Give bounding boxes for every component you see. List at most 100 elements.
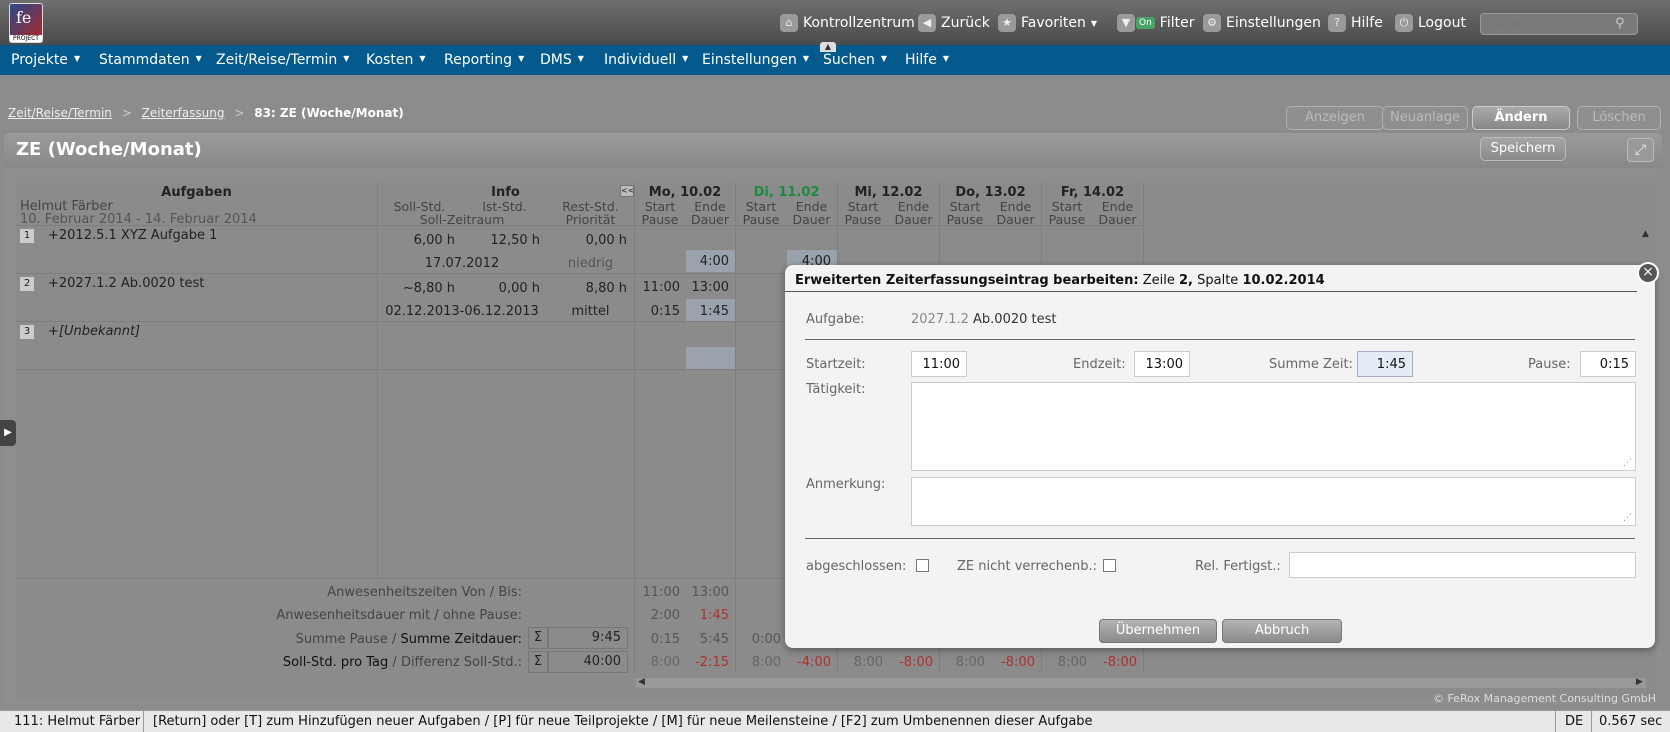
summary-dauer-label: Anwesenheitsdauer mit / ohne Pause: xyxy=(276,608,522,623)
filter-icon: ▼ xyxy=(1117,14,1135,32)
logout-icon: ⏻ xyxy=(1395,14,1413,32)
task-name[interactable]: +2012.5.1 XYZ Aufgabe 1 xyxy=(48,228,217,243)
menu-hilfe[interactable]: Hilfe ▼ xyxy=(905,52,949,68)
uebernehmen-button[interactable]: Übernehmen xyxy=(1099,619,1217,643)
header-day-mo: Mo, 10.02 xyxy=(648,185,722,200)
fr-soll-value: 8:00 xyxy=(1057,655,1087,670)
subheader-dauer: Dauer xyxy=(792,212,831,227)
menu-dms[interactable]: DMS ▼ xyxy=(540,52,584,68)
copyright: © FeRox Management Consulting GmbH xyxy=(1433,692,1656,705)
menu-suchen[interactable]: Suchen ▼ xyxy=(823,52,887,68)
menu-einstellungen[interactable]: Einstellungen ▼ xyxy=(702,52,809,68)
taetigkeit-label: Tätigkeit: xyxy=(806,382,866,397)
expand-icon[interactable]: ⤢ xyxy=(1627,138,1654,162)
mo-start-value[interactable]: 11:00 xyxy=(635,280,680,295)
do-soll-value: 8:00 xyxy=(955,655,985,670)
row-number: 3 xyxy=(20,325,34,339)
resize-grip-icon[interactable]: ⋰ xyxy=(1623,513,1632,523)
side-panel-toggle-icon[interactable]: ▶ xyxy=(0,420,16,446)
einstellungen-link[interactable]: ⚙ Einstellungen xyxy=(1203,14,1321,32)
subheader-pause: Pause xyxy=(844,212,882,227)
logo-mark-icon: fe xyxy=(16,8,32,27)
caret-down-icon: ▼ xyxy=(518,54,525,63)
scroll-right-icon[interactable]: ▶ xyxy=(1636,677,1643,687)
abgeschlossen-label: abgeschlossen: xyxy=(806,559,907,574)
rest-std-value: 0,00 h xyxy=(585,233,627,248)
menu-individuell[interactable]: Individuell ▼ xyxy=(604,52,688,68)
sigma-icon: Σ xyxy=(528,651,548,673)
status-divider xyxy=(1555,711,1556,732)
top-bar: fe PROJECT ⌂ Kontrollzentrum ◀ Zurück ★ … xyxy=(0,0,1670,45)
header-day-mi: Mi, 12.02 xyxy=(854,185,923,200)
mo-dauer-value[interactable]: 1:45 xyxy=(685,304,729,319)
mo-von-value: 11:00 xyxy=(642,585,680,600)
abgeschlossen-checkbox[interactable] xyxy=(916,559,929,572)
mo-pause-value[interactable]: 0:15 xyxy=(635,304,680,319)
mo-ende-value[interactable]: 13:00 xyxy=(685,280,729,295)
abbruch-button[interactable]: Abbruch xyxy=(1222,619,1342,643)
resize-grip-icon[interactable]: ⋰ xyxy=(1623,458,1632,468)
status-bar: 111: Helmut Färber [Return] oder [T] zum… xyxy=(0,710,1670,732)
logout-link[interactable]: ⏻ Logout xyxy=(1395,14,1466,32)
horizontal-scrollbar[interactable] xyxy=(636,678,1646,688)
collapse-info-button[interactable]: << xyxy=(620,185,634,197)
caret-down-icon: ▼ xyxy=(880,54,887,63)
speichern-button[interactable]: Speichern xyxy=(1480,137,1566,161)
mo-dauer-value[interactable]: 4:00 xyxy=(685,254,729,269)
aufgabe-label: Aufgabe: xyxy=(806,312,865,327)
caret-down-icon: ▼ xyxy=(682,54,689,63)
loeschen-button[interactable]: Löschen xyxy=(1577,106,1661,130)
anzeigen-button[interactable]: Anzeigen xyxy=(1286,106,1384,130)
filter-link[interactable]: ▼ On Filter xyxy=(1117,14,1194,32)
caret-down-icon: ▼ xyxy=(802,54,810,63)
edit-time-entry-dialog: Erweiterten Zeiterfassungseintrag bearbe… xyxy=(785,262,1659,648)
caret-down-icon: ▼ xyxy=(195,54,202,63)
row-number: 1 xyxy=(20,229,34,243)
menu-kosten[interactable]: Kosten ▼ xyxy=(366,52,425,68)
scroll-up-icon[interactable]: ▲ xyxy=(1642,229,1649,239)
summe-total-value: 9:45 xyxy=(548,627,628,649)
endzeit-input[interactable] xyxy=(1134,351,1190,377)
summe-zeit-label: Summe Zeit: xyxy=(1269,357,1353,372)
ist-std-value: 0,00 h xyxy=(498,281,540,296)
menu-reporting[interactable]: Reporting ▼ xyxy=(444,52,524,68)
task-name[interactable]: +2027.1.2 Ab.0020 test xyxy=(48,276,204,291)
menu-zeit-reise-termin[interactable]: Zeit/Reise/Termin ▼ xyxy=(216,52,349,68)
filter-on-badge: On xyxy=(1136,17,1155,29)
scroll-left-icon[interactable]: ◀ xyxy=(638,677,645,687)
status-language[interactable]: DE xyxy=(1565,714,1583,729)
ferox-logo[interactable]: fe PROJECT xyxy=(9,3,43,43)
status-time: 0.567 sec xyxy=(1599,714,1663,729)
task-name[interactable]: +[Unbekannt] xyxy=(48,324,140,339)
di-diff-value: -4:00 xyxy=(797,655,831,670)
startzeit-input[interactable] xyxy=(911,351,967,377)
taetigkeit-textarea[interactable]: ⋰ xyxy=(911,382,1636,471)
dialog-divider xyxy=(805,339,1635,340)
menu-projekte[interactable]: Projekte ▼ xyxy=(11,52,80,68)
menu-stammdaten[interactable]: Stammdaten ▼ xyxy=(99,52,202,68)
anmerkung-textarea[interactable]: ⋰ xyxy=(911,477,1636,526)
anmerkung-label: Anmerkung: xyxy=(806,477,886,492)
close-icon[interactable]: × xyxy=(1637,262,1659,284)
caret-down-icon: ▼ xyxy=(343,54,350,63)
search-icon[interactable]: ⚲ xyxy=(1615,16,1625,31)
status-user: 111: Helmut Färber xyxy=(14,714,141,729)
fertigstellung-input[interactable] xyxy=(1289,552,1636,578)
highlighted-cell[interactable] xyxy=(686,347,735,369)
nicht-verrechenbar-checkbox[interactable] xyxy=(1103,559,1116,572)
breadcrumb-zeiterfassung[interactable]: Zeiterfassung xyxy=(142,106,225,120)
hilfe-link[interactable]: ? Hilfe xyxy=(1328,14,1383,32)
mo-mit-pause-value: 2:00 xyxy=(650,608,680,623)
summe-zeit-input[interactable] xyxy=(1357,351,1413,377)
aendern-button[interactable]: Ändern xyxy=(1472,106,1570,130)
breadcrumb-zeit-reise-termin[interactable]: Zeit/Reise/Termin xyxy=(8,106,112,120)
kontrollzentrum-link[interactable]: ⌂ Kontrollzentrum xyxy=(780,14,915,32)
zurueck-link[interactable]: ◀ Zurück xyxy=(918,14,990,32)
favoriten-link[interactable]: ★ Favoriten ▼ xyxy=(998,14,1097,32)
subheader-pause: Pause xyxy=(946,212,984,227)
pause-input[interactable] xyxy=(1580,351,1636,377)
neuanlage-button[interactable]: Neuanlage xyxy=(1382,106,1468,130)
header-day-do: Do, 13.02 xyxy=(955,185,1026,200)
help-icon: ? xyxy=(1328,14,1346,32)
collapse-menu-icon[interactable]: ▲ xyxy=(820,42,836,52)
